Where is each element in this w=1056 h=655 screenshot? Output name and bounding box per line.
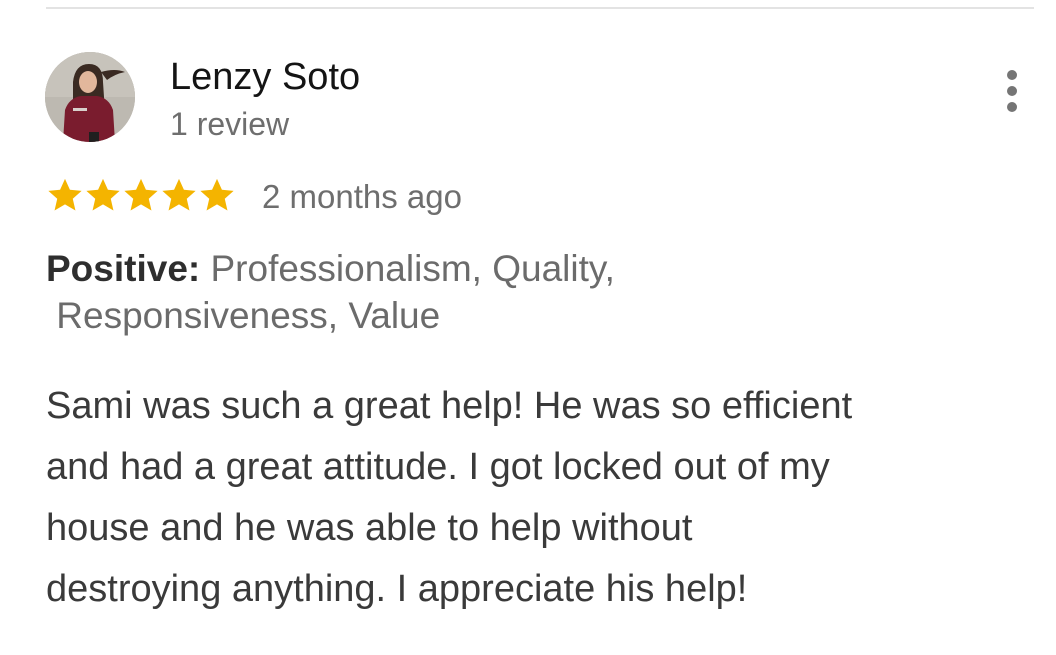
star-icon [48,178,82,211]
review-time: 2 months ago [262,178,462,215]
review-count: 1 review [170,106,290,142]
review-attributes: Positive: Professionalism, Quality, Resp… [46,245,746,339]
review-text-line: destroying anything. I appreciate his he… [46,568,748,610]
attributes-values-line2: Responsiveness, Value [56,295,441,336]
avatar-photo [45,52,135,142]
review-text-line: and had a great attitude. I got locked o… [46,446,830,488]
review-text-line: house and he was able to help without [46,507,693,549]
star-rating [46,175,236,217]
review-text: Sami was such a great help! He was so ef… [46,376,1006,620]
star-icon [200,178,234,211]
attributes-values-line1: Professionalism, Quality, [210,248,615,289]
more-options-button[interactable] [996,66,1030,116]
avatar[interactable] [45,52,135,142]
top-divider [46,7,1034,9]
review-text-line: Sami was such a great help! He was so ef… [46,385,853,427]
star-icon [124,178,158,211]
star-icon [86,178,120,211]
star-icon [162,178,196,211]
attributes-label: Positive: [46,248,201,289]
reviewer-name[interactable]: Lenzy Soto [170,56,360,99]
